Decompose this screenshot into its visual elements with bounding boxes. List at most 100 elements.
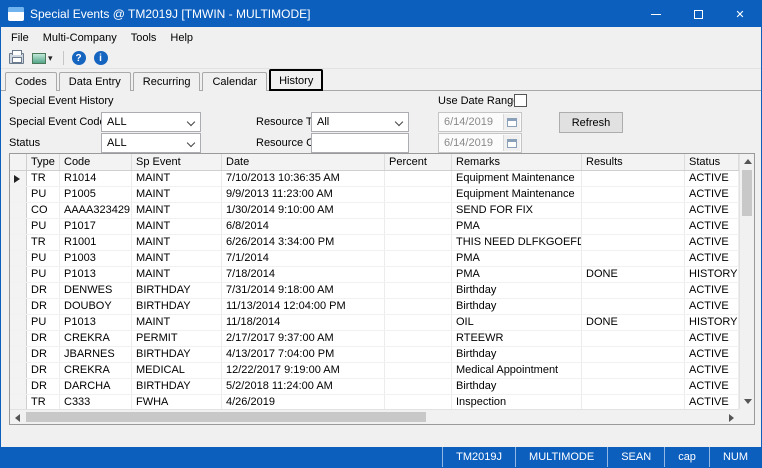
date-to-picker-button[interactable] [503, 135, 520, 151]
status-segment: SEAN [607, 447, 664, 467]
calendar-icon [507, 139, 517, 148]
menu-item[interactable]: Help [163, 28, 200, 48]
cell-status: ACTIVE [685, 171, 739, 186]
grid-row[interactable]: PU P1005 MAINT 9/9/2013 11:23:00 AM Equi… [10, 187, 739, 203]
cell-sp-event: MAINT [132, 219, 222, 234]
menu-item[interactable]: File [4, 28, 36, 48]
grid-row[interactable]: PU P1017 MAINT 6/8/2014 PMA ACTIVE [10, 219, 739, 235]
maximize-button[interactable] [677, 1, 719, 27]
section-title: Special Event History [9, 95, 114, 107]
arrow-up-icon [744, 159, 752, 164]
chevron-down-icon [395, 118, 403, 126]
vertical-scrollbar[interactable] [739, 154, 754, 409]
column-header[interactable]: Status [685, 154, 739, 170]
cell-type: DR [27, 363, 60, 378]
menu-item[interactable]: Multi-Company [36, 28, 124, 48]
horizontal-scroll-thumb[interactable] [26, 412, 426, 422]
info-icon: i [94, 51, 108, 65]
tab[interactable]: Data Entry [59, 72, 131, 91]
tab[interactable]: Codes [5, 72, 57, 91]
column-header[interactable]: Code [60, 154, 132, 170]
refresh-button[interactable]: Refresh [559, 112, 623, 133]
horizontal-scrollbar[interactable] [10, 409, 739, 424]
grid-row[interactable]: PU P1003 MAINT 7/1/2014 PMA ACTIVE [10, 251, 739, 267]
cell-results [582, 395, 685, 409]
grid-row[interactable]: TR R1001 MAINT 6/26/2014 3:34:00 PM THIS… [10, 235, 739, 251]
scroll-up-button[interactable] [740, 154, 755, 169]
help-button[interactable]: ? [69, 49, 89, 67]
tab[interactable]: History [269, 69, 323, 91]
row-indicator [10, 395, 27, 409]
scroll-left-button[interactable] [10, 410, 25, 425]
status-bar: TM2019JMULTIMODESEANcapNUM [1, 447, 761, 467]
status-spacer [1, 447, 442, 467]
print-button[interactable] [6, 51, 27, 66]
window-controls: ✕ [635, 1, 761, 27]
minimize-button[interactable] [635, 1, 677, 27]
grid-row[interactable]: DR CREKRA PERMIT 2/17/2017 9:37:00 AM RT… [10, 331, 739, 347]
grid-row[interactable]: TR C333 FWHA 4/26/2019 Inspection ACTIVE [10, 395, 739, 409]
cell-sp-event: PERMIT [132, 331, 222, 346]
tab[interactable]: Calendar [202, 72, 267, 91]
row-indicator [10, 379, 27, 394]
export-button[interactable]: ▾ [29, 51, 56, 66]
grid-row[interactable]: DR JBARNES BIRTHDAY 4/13/2017 7:04:00 PM… [10, 347, 739, 363]
column-header[interactable]: Date [222, 154, 385, 170]
cell-code: CREKRA [60, 331, 132, 346]
resource-type-value: All [317, 116, 329, 128]
row-indicator [10, 347, 27, 362]
column-header[interactable]: Type [27, 154, 60, 170]
status-select[interactable]: ALL [101, 133, 201, 153]
grid-row[interactable]: PU P1013 MAINT 11/18/2014 OIL DONE HISTO… [10, 315, 739, 331]
column-header[interactable]: Remarks [452, 154, 582, 170]
cell-type: DR [27, 347, 60, 362]
status-segments: TM2019JMULTIMODESEANcapNUM [442, 447, 761, 467]
special-event-code-select[interactable]: ALL [101, 112, 201, 132]
column-header[interactable]: Results [582, 154, 685, 170]
grid-row[interactable]: DR CREKRA MEDICAL 12/22/2017 9:19:00 AM … [10, 363, 739, 379]
cell-results [582, 251, 685, 266]
grid-row[interactable]: CO AAAA323429 MAINT 1/30/2014 9:10:00 AM… [10, 203, 739, 219]
grid-row[interactable]: TR R1014 MAINT 7/10/2013 10:36:35 AM Equ… [10, 171, 739, 187]
date-from-picker-button[interactable] [503, 114, 520, 130]
use-date-range-checkbox[interactable] [514, 94, 527, 107]
scroll-down-button[interactable] [740, 394, 755, 409]
row-indicator [10, 235, 27, 250]
cell-type: CO [27, 203, 60, 218]
grid-row[interactable]: PU P1013 MAINT 7/18/2014 PMA DONE HISTOR… [10, 267, 739, 283]
column-header[interactable]: Sp Event [132, 154, 222, 170]
cell-remarks: Inspection [452, 395, 582, 409]
calendar-icon [507, 118, 517, 127]
grid-row[interactable]: DR DARCHA BIRTHDAY 5/2/2018 11:24:00 AM … [10, 379, 739, 395]
resource-type-select[interactable]: All [311, 112, 409, 132]
date-from-field[interactable]: 6/14/2019 [438, 112, 522, 132]
cell-percent [385, 187, 452, 202]
date-to-field[interactable]: 6/14/2019 [438, 133, 522, 153]
grid-row[interactable]: DR DOUBOY BIRTHDAY 11/13/2014 12:04:00 P… [10, 299, 739, 315]
minimize-icon [651, 14, 661, 15]
cell-results: DONE [582, 315, 685, 330]
indicator-column-header [10, 154, 27, 170]
cell-code: P1013 [60, 267, 132, 282]
column-header[interactable]: Percent [385, 154, 452, 170]
cell-results: DONE [582, 267, 685, 282]
special-event-code-label: Special Event Code [9, 116, 106, 128]
resource-code-input[interactable] [311, 133, 409, 153]
cell-code: P1005 [60, 187, 132, 202]
status-segment: MULTIMODE [515, 447, 607, 467]
grid-row[interactable]: DR DENWES BIRTHDAY 7/31/2014 9:18:00 AM … [10, 283, 739, 299]
scroll-right-button[interactable] [724, 410, 739, 425]
history-grid: TypeCodeSp EventDatePercentRemarksResult… [9, 153, 755, 425]
cell-type: PU [27, 267, 60, 282]
menu-item[interactable]: Tools [124, 28, 164, 48]
vertical-scroll-thumb[interactable] [742, 170, 752, 216]
cell-code: DOUBOY [60, 299, 132, 314]
cell-status: ACTIVE [685, 395, 739, 409]
cell-status: HISTORY [685, 315, 739, 330]
chevron-down-icon [187, 118, 195, 126]
cell-date: 4/26/2019 [222, 395, 385, 409]
close-button[interactable]: ✕ [719, 1, 761, 27]
tab[interactable]: Recurring [133, 72, 201, 91]
cell-sp-event: MAINT [132, 315, 222, 330]
about-button[interactable]: i [91, 49, 111, 67]
